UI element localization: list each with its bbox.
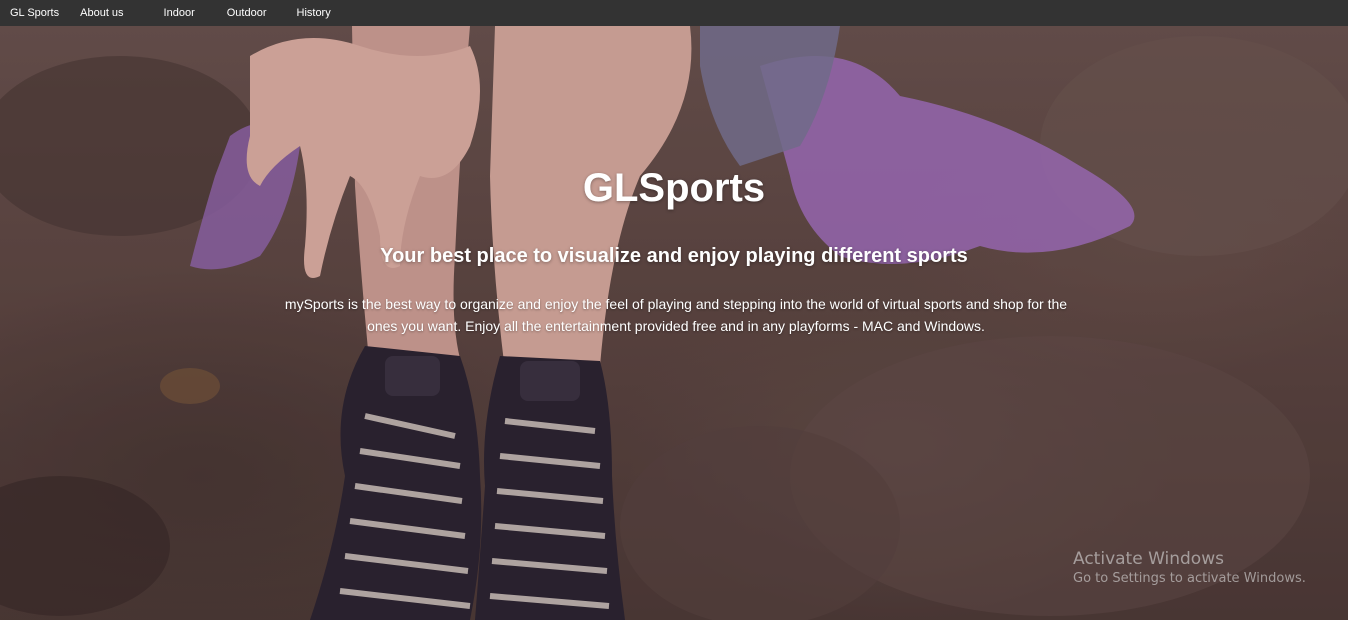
hero-section: GLSports Your best place to visualize an… — [0, 26, 1348, 620]
nav-brand-link[interactable]: GL Sports — [0, 0, 70, 26]
nav-link-indoor[interactable]: Indoor — [154, 0, 217, 26]
activate-windows-watermark: Activate Windows Go to Settings to activ… — [1073, 548, 1306, 588]
nav-link-history[interactable]: History — [287, 0, 341, 26]
nav-link-about-us[interactable]: About us — [70, 0, 153, 26]
top-navbar: GL Sports About us Indoor Outdoor Histor… — [0, 0, 1348, 26]
nav-link-outdoor[interactable]: Outdoor — [217, 0, 287, 26]
watermark-title: Activate Windows — [1073, 549, 1224, 569]
hero-title: GLSports — [582, 166, 766, 210]
hero-description: mySports is the best way to organize and… — [284, 296, 1068, 334]
watermark-subtitle: Go to Settings to activate Windows. — [1073, 571, 1306, 586]
hero-subtitle: Your best place to visualize and enjoy p… — [380, 245, 968, 267]
